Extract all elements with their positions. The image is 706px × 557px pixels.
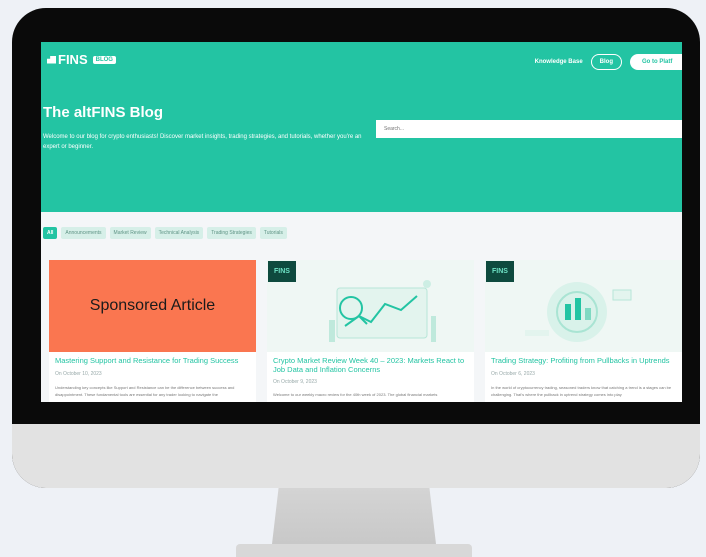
card-thumbnail: FINS bbox=[485, 260, 682, 352]
filter-technical-analysis[interactable]: Technical Analysis bbox=[154, 227, 204, 239]
card-excerpt: In the world of cryptocurrency trading, … bbox=[491, 385, 672, 397]
page-subtitle: Welcome to our blog for crypto enthusias… bbox=[43, 134, 362, 150]
nav-knowledge-base[interactable]: Knowledge Base bbox=[535, 59, 583, 65]
logo-text: FINS bbox=[58, 52, 88, 67]
category-filters: All Announcements Market Review Technica… bbox=[43, 227, 287, 239]
hero-banner: FINS BLOG Knowledge Base Blog Go to Plat… bbox=[41, 42, 682, 212]
card-date: On October 9, 2023 bbox=[273, 379, 317, 385]
sponsored-overlay: Sponsored Article bbox=[49, 260, 256, 352]
monitor-base bbox=[236, 544, 472, 557]
card-title[interactable]: Crypto Market Review Week 40 – 2023: Mar… bbox=[273, 356, 473, 374]
market-illustration-icon bbox=[329, 280, 436, 342]
card-tag: FINS bbox=[486, 261, 514, 282]
monitor-chin bbox=[12, 424, 700, 488]
card-date: On October 6, 2023 bbox=[491, 371, 535, 377]
filter-market-review[interactable]: Market Review bbox=[109, 227, 151, 239]
logo-mark-icon bbox=[47, 55, 56, 64]
go-to-platform-button[interactable]: Go to Platf bbox=[630, 54, 682, 70]
top-nav: Knowledge Base Blog Go to Platf bbox=[535, 54, 682, 70]
filter-all[interactable]: All bbox=[43, 227, 58, 239]
blog-badge: BLOG bbox=[92, 55, 116, 64]
card-thumbnail: Sponsored Article bbox=[49, 260, 256, 352]
card-title[interactable]: Mastering Support and Resistance for Tra… bbox=[55, 356, 255, 365]
article-card[interactable]: FINS Trading Strategy: Profiting from Pu… bbox=[485, 260, 682, 402]
screen: FINS BLOG Knowledge Base Blog Go to Plat… bbox=[41, 42, 682, 402]
monitor: FINS BLOG Knowledge Base Blog Go to Plat… bbox=[12, 8, 700, 488]
filter-tutorials[interactable]: Tutorials bbox=[259, 227, 287, 239]
article-card[interactable]: FINS Crypto Market Review Week 40 – 2023… bbox=[267, 260, 474, 402]
card-date: On October 10, 2023 bbox=[55, 371, 102, 377]
filter-announcements[interactable]: Announcements bbox=[61, 227, 106, 239]
filter-trading-strategies[interactable]: Trading Strategies bbox=[207, 227, 256, 239]
search-input[interactable] bbox=[376, 120, 682, 138]
monitor-stand bbox=[272, 488, 436, 544]
pullback-illustration-icon bbox=[525, 282, 632, 342]
card-tag: FINS bbox=[268, 261, 296, 282]
nav-blog-button[interactable]: Blog bbox=[590, 54, 622, 70]
card-title[interactable]: Trading Strategy: Profiting from Pullbac… bbox=[491, 356, 682, 365]
article-card[interactable]: Sponsored Article Mastering Support and … bbox=[49, 260, 256, 402]
card-excerpt: Welcome to our weekly macro review for t… bbox=[273, 392, 438, 397]
logo[interactable]: FINS BLOG bbox=[47, 52, 116, 67]
page-title: The altFINS Blog bbox=[43, 104, 163, 121]
card-thumbnail: FINS bbox=[267, 260, 474, 352]
card-excerpt: Understanding key concepts like Support … bbox=[55, 385, 235, 397]
